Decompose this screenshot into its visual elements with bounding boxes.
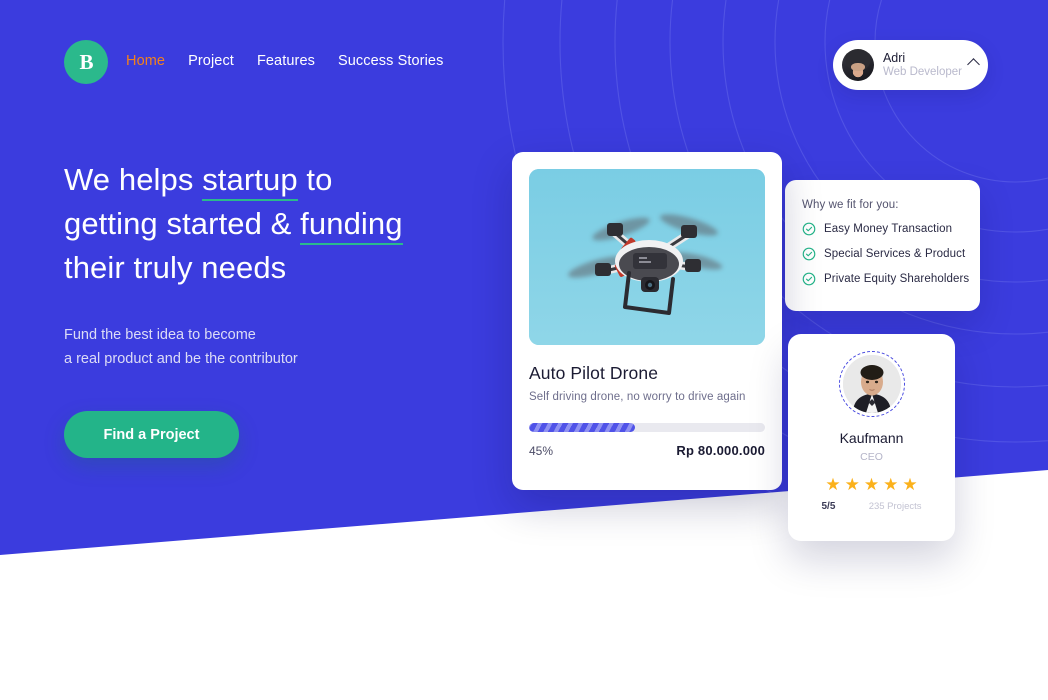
testimonial-name: Kaufmann — [839, 430, 904, 446]
chevron-up-icon[interactable] — [967, 58, 980, 71]
headline-part-2: to — [297, 162, 333, 197]
benefit-item-1: Easy Money Transaction — [802, 222, 980, 236]
rating-value: 5/5 — [821, 501, 836, 512]
site-header: B Home Project Features Success Stories … — [0, 0, 1048, 126]
check-circle-icon — [802, 247, 816, 261]
star-icon: ★ — [844, 475, 860, 494]
headline-emphasis-startup: startup — [202, 162, 298, 201]
main-navigation: Home Project Features Success Stories — [126, 53, 443, 69]
benefits-title: Why we fit for you: — [802, 199, 899, 211]
check-circle-icon — [802, 272, 816, 286]
subtitle-line-2: a real product and be the contributor — [64, 351, 298, 367]
star-rating: ★ ★ ★ ★ ★ — [825, 476, 917, 493]
benefit-label-3: Private Equity Shareholders — [824, 273, 970, 285]
nav-item-project[interactable]: Project — [188, 53, 234, 69]
projects-count: 235 Projects — [868, 501, 922, 512]
benefit-item-2: Special Services & Product — [802, 247, 980, 261]
check-circle-icon — [802, 222, 816, 236]
drone-photo — [529, 169, 765, 345]
hero-copy-block: We helps startup to getting started & fu… — [64, 158, 494, 458]
project-description: Self driving drone, no worry to drive ag… — [529, 391, 746, 403]
avatar-dashed-ring — [838, 351, 905, 417]
testimonial-role: CEO — [860, 451, 883, 463]
page-title: We helps startup to getting started & fu… — [64, 158, 494, 290]
nav-item-success-stories[interactable]: Success Stories — [338, 53, 443, 69]
funding-amount: Rp 80.000.000 — [676, 443, 765, 458]
benefit-label-2: Special Services & Product — [824, 248, 966, 260]
project-meta-row: 45% Rp 80.000.000 — [529, 443, 765, 458]
hero-subtitle: Fund the best idea to become a real prod… — [64, 323, 494, 371]
logo-letter: B — [79, 49, 93, 74]
star-icon: ★ — [883, 475, 899, 494]
find-a-project-button[interactable]: Find a Project — [64, 411, 239, 458]
headline-part-3: getting started & — [64, 206, 301, 241]
project-card[interactable]: Auto Pilot Drone Self driving drone, no … — [512, 152, 782, 490]
project-title: Auto Pilot Drone — [529, 363, 659, 383]
progress-percent-label: 45% — [529, 443, 554, 458]
star-icon: ★ — [825, 475, 841, 494]
profile-role: Web Developer — [882, 66, 962, 78]
benefit-label-1: Easy Money Transaction — [824, 223, 953, 235]
subtitle-line-1: Fund the best idea to become — [64, 327, 256, 343]
headline-part-4: their truly needs — [64, 250, 287, 285]
nav-item-home[interactable]: Home — [126, 53, 165, 69]
benefit-item-3: Private Equity Shareholders — [802, 272, 980, 286]
star-icon: ★ — [902, 475, 918, 494]
nav-item-features[interactable]: Features — [257, 53, 315, 69]
benefits-card: Why we fit for you: Easy Money Transacti… — [785, 180, 980, 311]
funding-progress-bar — [529, 423, 765, 432]
star-icon: ★ — [863, 475, 880, 494]
testimonial-stats-row: 5/5 235 Projects — [822, 501, 922, 512]
testimonial-card[interactable]: Kaufmann CEO ★ ★ ★ ★ ★ 5/5 235 Projects — [788, 334, 955, 541]
headline-part-1: We helps — [64, 162, 203, 197]
profile-text: Adri Web Developer — [883, 51, 962, 79]
profile-name: Adri — [882, 51, 906, 65]
user-profile-chip[interactable]: Adri Web Developer — [832, 40, 988, 90]
brand-b-logo[interactable]: B — [64, 40, 108, 84]
user-avatar — [841, 49, 874, 81]
person-portrait — [842, 355, 901, 413]
funding-progress-fill — [529, 423, 636, 432]
headline-emphasis-funding: funding — [300, 206, 403, 245]
